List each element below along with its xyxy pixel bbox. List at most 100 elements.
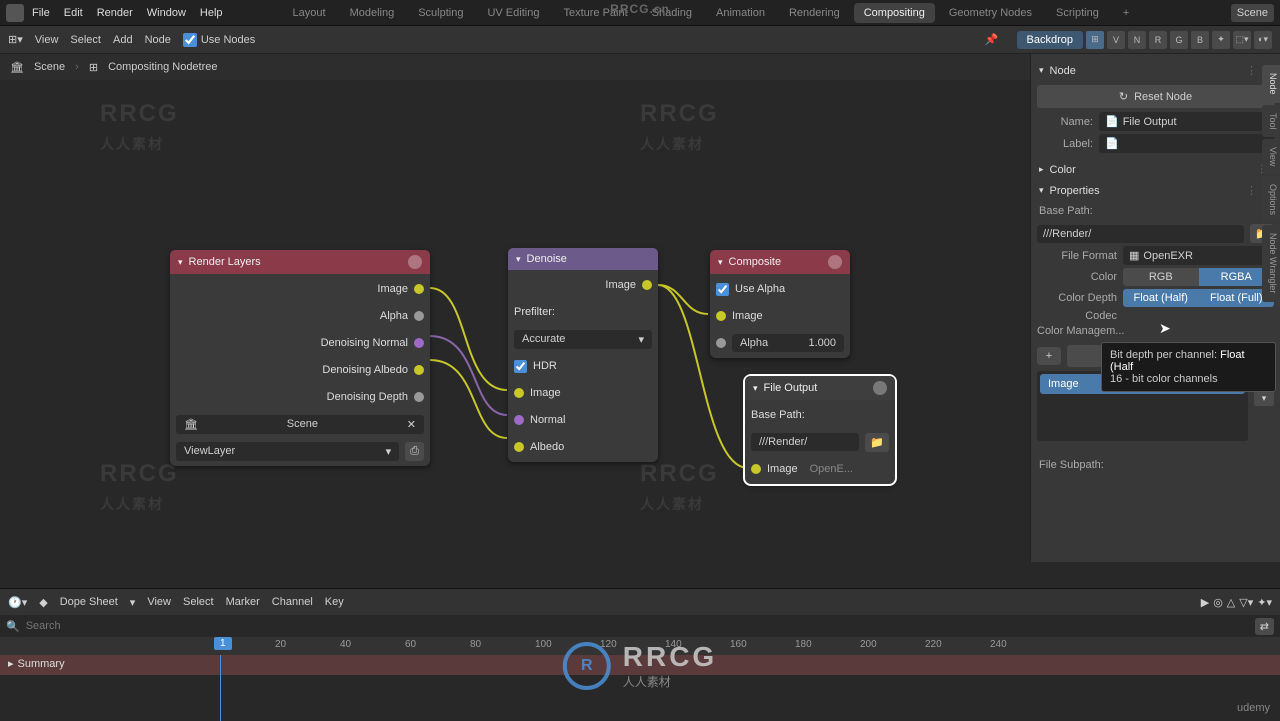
tab-layout[interactable]: Layout [283,3,336,23]
base-path-field[interactable]: ///Render/ [1037,225,1244,243]
tab-rendering[interactable]: Rendering [779,3,850,23]
select-icon[interactable]: ▶ [1201,596,1209,609]
reset-node-button[interactable]: ↻Reset Node [1037,85,1274,108]
input-image: Image [530,387,561,399]
preview-icon[interactable] [828,255,842,269]
menu-edit[interactable]: Edit [64,7,83,19]
watermark-logo: R RRCG人人素材 [563,641,717,690]
proportional-icon[interactable]: ◎ [1213,596,1223,609]
label-field[interactable]: 📄 [1099,134,1274,153]
dope-mode[interactable]: Dope Sheet [60,596,118,608]
submenu-view[interactable]: View [35,34,59,46]
chevron-down-icon[interactable]: ▾ [753,383,758,394]
chevron-down-icon[interactable]: ▾ [178,257,183,268]
tab-options[interactable]: Options [1262,176,1280,223]
scene-name[interactable]: Scene [34,61,65,73]
name-field[interactable]: 📄File Output [1099,112,1274,131]
backdrop-toggle[interactable]: Backdrop [1017,31,1083,49]
tab-sculpting[interactable]: Sculpting [408,3,473,23]
playhead[interactable] [220,655,221,721]
submenu-select[interactable]: Select [70,34,101,46]
watermark: RRCG人人素材 [100,460,179,516]
snap-icon[interactable]: ⬚▾ [1233,31,1251,49]
tab-uvediting[interactable]: UV Editing [477,3,549,23]
pin-icon[interactable]: 📌 [985,33,999,46]
folder-icon[interactable]: 📁 [865,433,889,452]
channel-b[interactable]: B [1191,31,1209,49]
prefilter-select[interactable]: Accurate▾ [514,330,652,349]
color-rgb[interactable]: RGB [1123,268,1199,286]
dope-select[interactable]: Select [183,596,214,608]
channel-g[interactable]: G [1170,31,1188,49]
dope-marker[interactable]: Marker [226,596,260,608]
tab-view[interactable]: View [1262,139,1280,174]
scene-selector[interactable]: Scene [1231,4,1274,22]
use-alpha-checkbox[interactable] [716,283,729,296]
tab-animation[interactable]: Animation [706,3,775,23]
tab-modeling[interactable]: Modeling [340,3,405,23]
scene-select[interactable]: 🏛Scene✕ [176,415,424,434]
hdr-checkbox[interactable] [514,360,527,373]
channel-r[interactable]: R [1149,31,1167,49]
channel-combined-icon[interactable]: ⊞ [1086,31,1104,49]
tab-compositing[interactable]: Compositing [854,3,935,23]
settings-icon[interactable]: ✦▾ [1257,596,1272,609]
tab-tool[interactable]: Tool [1262,105,1280,138]
close-icon[interactable]: ✕ [407,418,416,431]
dope-channel[interactable]: Channel [272,596,313,608]
tab-node[interactable]: Node [1262,65,1280,103]
render-single-icon[interactable]: ⎙ [405,442,424,461]
node-render-layers[interactable]: ▾Render Layers Image Alpha Denoising Nor… [170,250,430,466]
add-workspace-icon[interactable]: + [1113,3,1139,23]
codec-label: Codec [1037,310,1117,322]
editor-type-icon[interactable]: 🕐▾ [8,596,27,609]
swap-icon[interactable]: ⇄ [1255,618,1274,635]
dope-view[interactable]: View [147,596,171,608]
menu-help[interactable]: Help [200,7,223,19]
menu-file[interactable]: File [32,7,50,19]
viewlayer-select[interactable]: ViewLayer▾ [176,442,399,461]
current-frame[interactable]: 1 [214,637,232,650]
chevron-down-icon[interactable]: ▾ [386,445,392,458]
output-image: Image [377,283,408,295]
chevron-down-icon[interactable]: ▾ [130,596,136,609]
gizmo-icon[interactable]: ✦ [1212,31,1230,49]
nodetree-name[interactable]: Compositing Nodetree [108,61,217,73]
submenu-node[interactable]: Node [145,34,171,46]
base-path-field[interactable]: ///Render/ [751,433,859,451]
submenu-add[interactable]: Add [113,34,133,46]
add-input-plus-icon[interactable]: + [1037,347,1061,365]
chevron-down-icon[interactable]: ▾ [718,257,723,268]
alpha-value[interactable]: Alpha1.000 [732,334,844,352]
chevron-right-icon[interactable]: ▸ [8,658,14,670]
channel-n[interactable]: N [1128,31,1146,49]
refresh-icon: ↻ [1119,91,1128,103]
preview-icon[interactable] [408,255,422,269]
depth-half[interactable]: Float (Half) [1123,289,1199,307]
editor-type-icon[interactable]: ⊞▾ [8,33,23,46]
tab-scripting[interactable]: Scripting [1046,3,1109,23]
chevron-down-icon[interactable]: ▾ [1039,65,1044,76]
preview-icon[interactable] [873,381,887,395]
color-section[interactable]: Color [1050,164,1076,176]
node-file-output[interactable]: ▾File Output Base Path: ///Render/📁 Imag… [745,376,895,484]
tab-geometry[interactable]: Geometry Nodes [939,3,1042,23]
menu-window[interactable]: Window [147,7,186,19]
chevron-down-icon[interactable]: ▾ [1039,185,1044,196]
channel-v[interactable]: V [1107,31,1125,49]
tab-node-wrangler[interactable]: Node Wrangler [1262,225,1280,301]
node-denoise[interactable]: ▾Denoise Image Prefilter: Accurate▾ HDR … [508,248,658,462]
file-format-select[interactable]: ▦OpenEXR▾ [1123,246,1274,265]
snap-icon[interactable]: △ [1227,596,1235,609]
menu-render[interactable]: Render [97,7,133,19]
filter-icon[interactable]: ▽▾ [1239,596,1253,609]
chevron-right-icon[interactable]: ▸ [1039,164,1044,175]
dope-key[interactable]: Key [325,596,344,608]
mode-icon[interactable]: ◆ [39,596,47,609]
use-nodes-checkbox[interactable] [183,33,197,47]
chevron-down-icon[interactable]: ▾ [516,254,521,265]
move-down-icon[interactable]: ▾ [1254,390,1274,406]
overlay-icon[interactable]: ◐▾ [1254,31,1272,49]
search-input[interactable] [26,620,1249,632]
node-composite[interactable]: ▾Composite Use Alpha Image Alpha1.000 [710,250,850,358]
